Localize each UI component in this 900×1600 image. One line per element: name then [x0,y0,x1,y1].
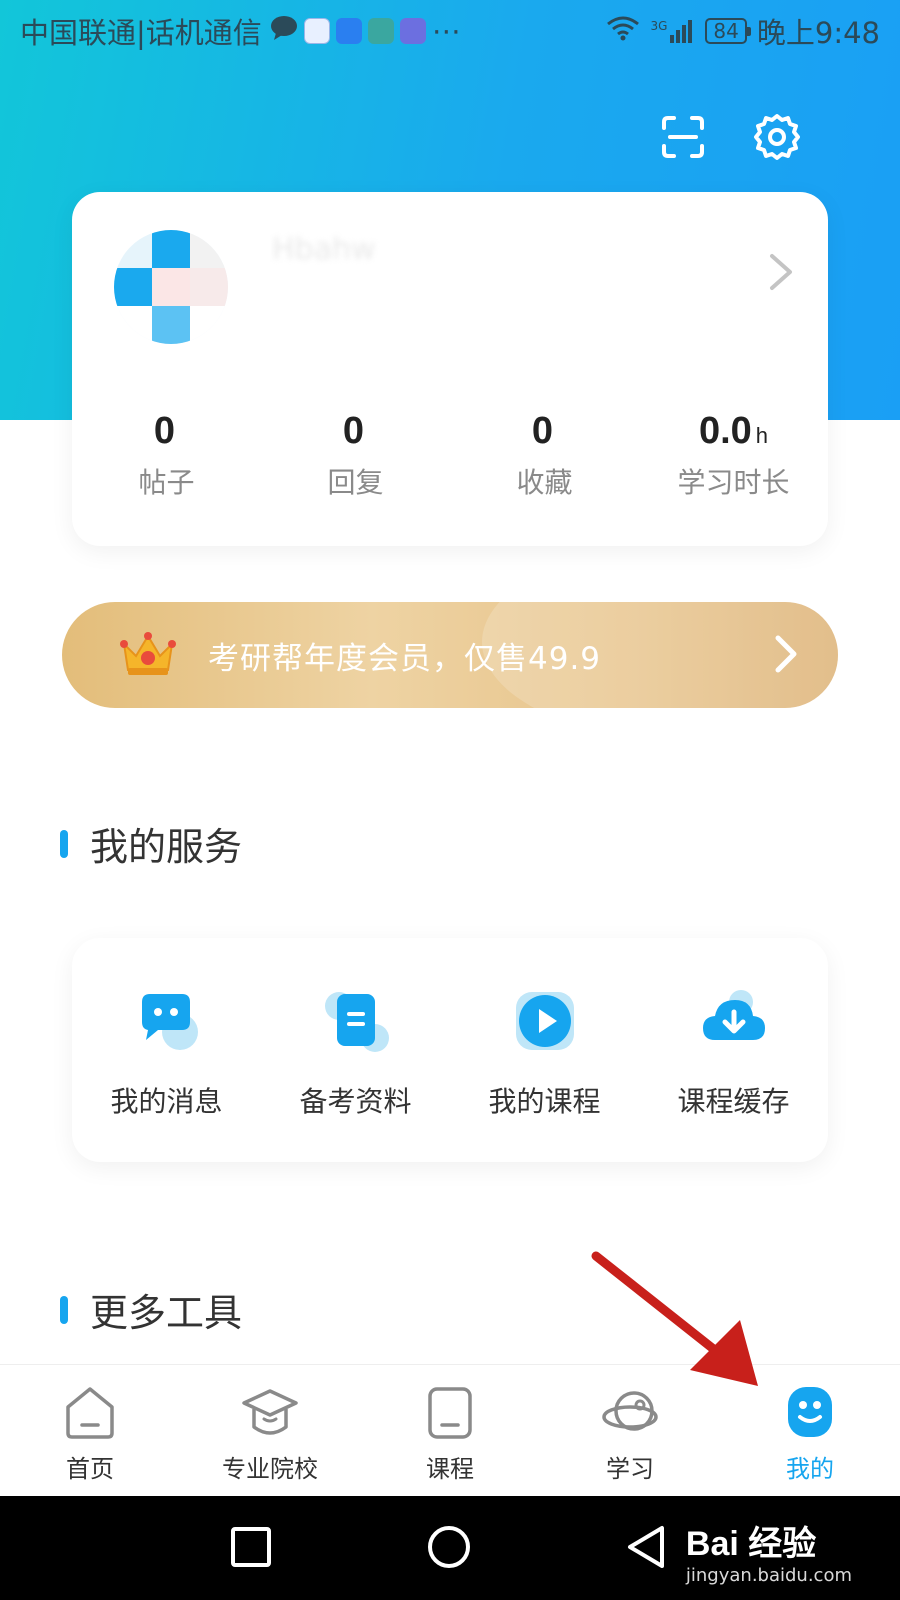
gear-icon[interactable] [752,112,802,162]
vip-banner-text: 考研帮年度会员，仅售49.9 [208,640,602,677]
carrier-label: 中国联通|话机通信 [20,16,262,50]
clock: 晚上9:48 [756,16,880,50]
document-icon [323,988,389,1054]
tab-home[interactable]: 首页 [0,1365,180,1496]
avatar-pixel [114,230,152,268]
section-accent-bar [60,829,68,858]
wifi-icon [606,14,640,48]
tab-label: 课程 [426,1455,474,1483]
avatar-pixel [152,268,190,306]
tab-label: 专业院校 [222,1455,318,1483]
avatar-pixel [190,268,228,306]
notification-icons: ⋯ [270,14,461,48]
avatar-pixel [190,306,228,344]
tab-profile[interactable]: 我的 [720,1365,900,1496]
home-icon [60,1385,120,1441]
camera-app-icon [367,18,394,44]
stat-value: 0 [342,410,365,452]
service-label: 课程缓存 [677,1085,790,1118]
tab-label: 首页 [66,1455,114,1483]
section-accent-bar [60,1295,68,1324]
status-bar: 中国联通|话机通信 ⋯ 3G 84 晚上9:48 [0,0,900,62]
service-label: 我的消息 [110,1085,223,1118]
stat-posts[interactable]: 0 帖子 [72,410,261,501]
chat-bubble-icon [270,14,298,48]
graduation-cap-icon [240,1385,300,1441]
stat-value: 0 [153,410,176,452]
avatar-pixel [152,306,190,344]
cloud-download-icon [701,988,767,1054]
stat-label: 帖子 [138,466,195,499]
play-icon [512,988,578,1054]
avatar-pixel [114,268,152,306]
service-my-courses[interactable]: 我的课程 [450,938,639,1162]
stat-unit: h [755,423,769,448]
section-title-text: 我的服务 [90,825,243,869]
service-label: 备考资料 [299,1085,412,1118]
services-card: 我的消息 备考资料 我的课程 课程缓存 [72,938,828,1162]
stat-value: 0.0 [698,410,752,452]
chevron-right-icon[interactable] [768,252,794,292]
avatar[interactable] [114,230,228,344]
stat-study-time[interactable]: 0.0 h 学习时长 [639,410,828,501]
stat-favorites[interactable]: 0 收藏 [450,410,639,501]
watermark-url: jingyan.baidu.com [685,1565,852,1586]
battery-indicator: 84 [705,18,752,44]
username: Hbahw [272,232,376,267]
crown-icon [118,630,178,678]
study-icon [600,1385,660,1441]
vip-banner[interactable]: 考研帮年度会员，仅售49.9 [62,602,838,708]
avatar-pixel [152,230,190,268]
watermark-brand: Bai 经验 [685,1525,817,1563]
chevron-right-icon [774,634,798,674]
tab-courses[interactable]: 课程 [360,1365,540,1496]
bottom-tab-bar: 首页 专业院校 课程 学习 我的 [0,1364,900,1496]
tab-label: 我的 [786,1455,834,1483]
section-title-more-tools: 更多工具 [60,1282,242,1337]
signal-icon: 3G [650,19,695,43]
system-nav-bar: Bai 经验 jingyan.baidu.com [0,1496,900,1600]
home-button-icon[interactable] [426,1524,472,1570]
message-icon [134,988,200,1054]
stat-label: 收藏 [516,466,573,499]
service-exam-materials[interactable]: 备考资料 [261,938,450,1162]
tab-study[interactable]: 学习 [540,1365,720,1496]
baidu-watermark: Bai 经验 jingyan.baidu.com [686,1516,852,1586]
stat-replies[interactable]: 0 回复 [261,410,450,501]
section-title-text: 更多工具 [90,1291,243,1335]
recents-icon[interactable] [228,1524,274,1570]
course-icon [420,1385,480,1441]
chart-app-icon [399,18,426,44]
avatar-pixel [114,306,152,344]
stat-value: 0 [531,410,554,452]
service-my-messages[interactable]: 我的消息 [72,938,261,1162]
avatar-pixel [190,230,228,268]
lightbulb-app-icon [335,18,362,44]
profile-stats: 0 帖子 0 回复 0 收藏 0.0 h 学习时长 [72,410,828,501]
tab-label: 学习 [606,1455,654,1483]
stat-label: 回复 [327,466,384,499]
more-dots-icon: ⋯ [431,14,461,48]
section-title-services: 我的服务 [60,816,242,871]
stat-label: 学习时长 [677,466,790,499]
service-label: 我的课程 [488,1085,601,1118]
scan-icon[interactable] [658,112,708,162]
back-icon[interactable] [624,1524,670,1570]
profile-card[interactable]: Hbahw 0 帖子 0 回复 0 收藏 0.0 h 学习时长 [72,192,828,546]
app-kaoyan-icon [303,18,330,44]
profile-face-icon [780,1385,840,1441]
service-course-cache[interactable]: 课程缓存 [639,938,828,1162]
tab-schools[interactable]: 专业院校 [180,1365,360,1496]
